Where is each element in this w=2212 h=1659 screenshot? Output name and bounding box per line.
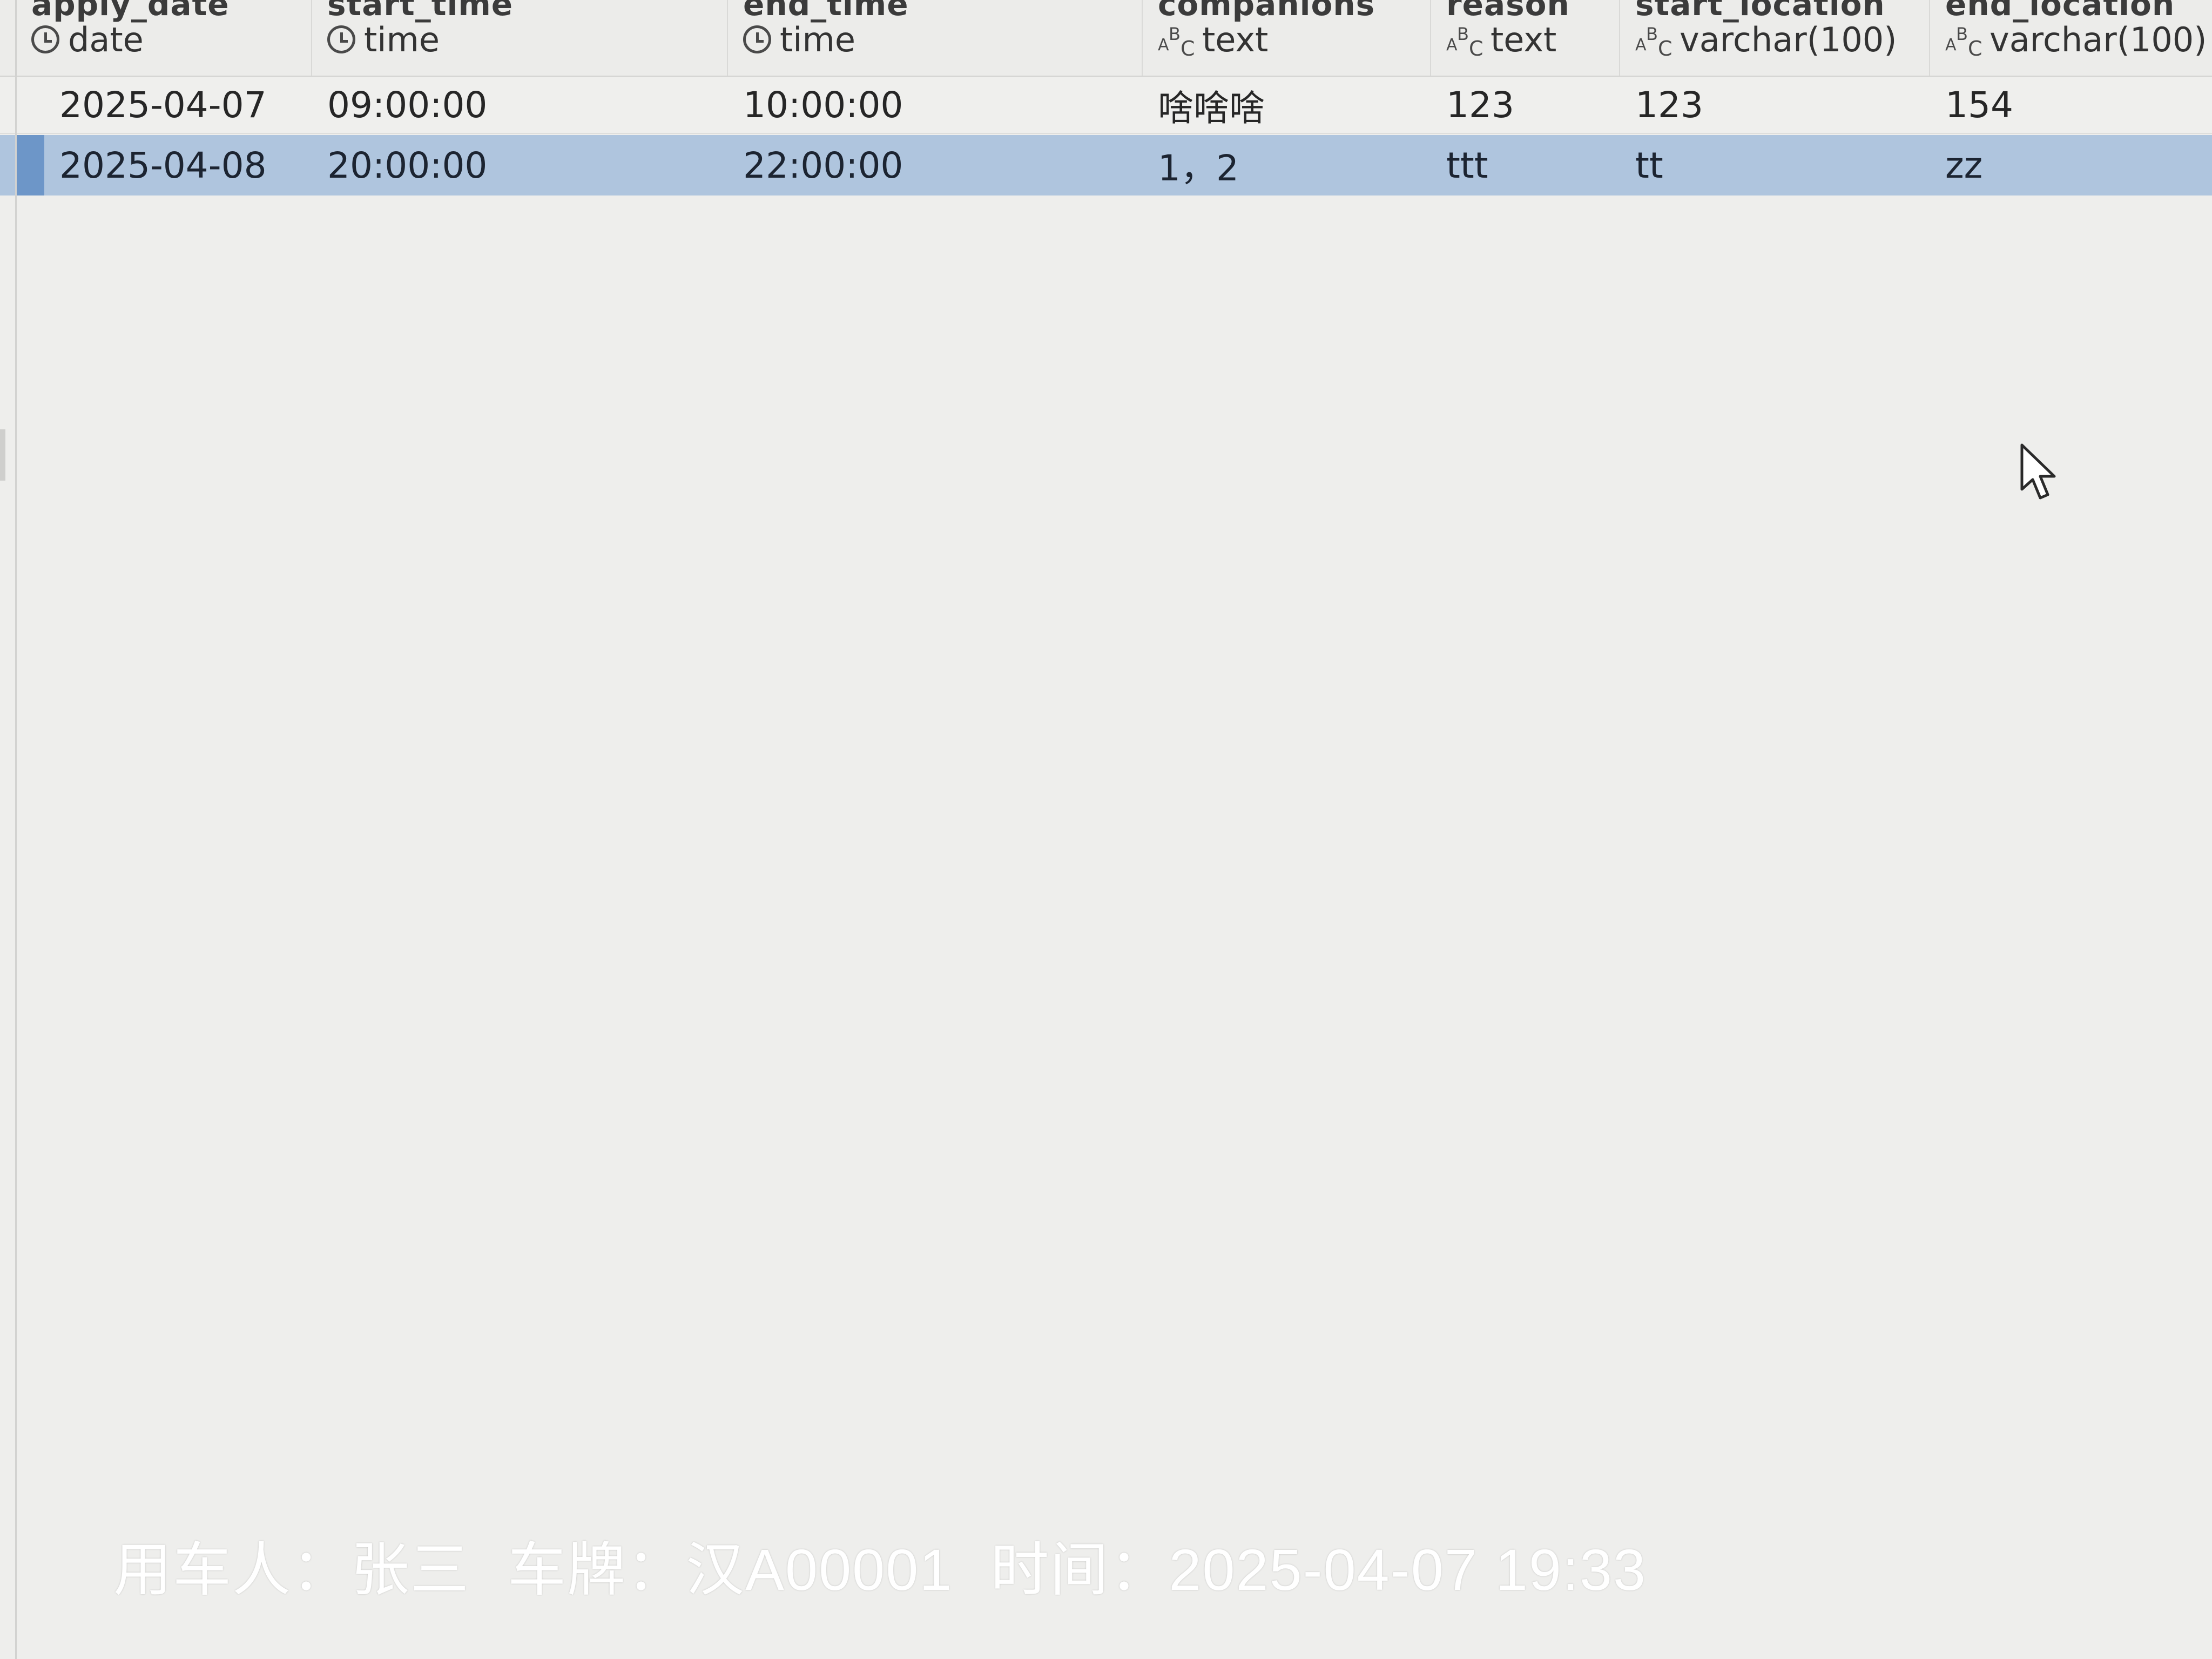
photo-watermark: 用车人：张三 车牌：汉A00001 时间：2025-04-07 19:33 <box>113 1523 1684 1607</box>
table-row[interactable]: 2025-04-07 09:00:00 10:00:00 啥啥啥 123 123… <box>0 77 2212 134</box>
abc-icon: ABC <box>1446 24 1483 60</box>
table-cell[interactable]: 10:00:00 <box>728 77 1143 133</box>
watermark-plate: 车牌：汉A00001 <box>508 1537 953 1602</box>
table-cell[interactable]: tt <box>1620 135 1930 195</box>
column-type: ABC varchar(100) <box>1635 19 1897 61</box>
column-type-label: time <box>780 19 856 59</box>
abc-icon: ABC <box>1635 24 1673 60</box>
left-panel-edge <box>0 429 5 481</box>
watermark-user: 用车人：张三 <box>113 1537 470 1602</box>
table-cell[interactable]: 20:00:00 <box>312 135 728 195</box>
table-cell[interactable]: 啥啥啥 <box>1143 77 1431 133</box>
column-type-label: varchar(100) <box>1990 19 2207 59</box>
mouse-pointer-icon <box>2020 443 2056 500</box>
column-type-label: text <box>1491 19 1557 59</box>
table-cell[interactable]: 09:00:00 <box>312 77 728 133</box>
table-cell[interactable]: 154 <box>1930 77 2212 133</box>
table-cell[interactable]: 2025-04-08 <box>44 135 312 195</box>
table-cell[interactable]: zz <box>1930 135 2212 195</box>
column-type-label: time <box>364 19 440 59</box>
result-grid-header: apply_date date start_time time end_time… <box>0 0 2212 77</box>
table-cell[interactable]: 1，2 <box>1143 135 1431 195</box>
grid-left-border <box>15 0 17 1659</box>
table-cell[interactable]: 2025-04-07 <box>44 77 312 133</box>
column-type-label: date <box>68 19 144 59</box>
column-type-label: varchar(100) <box>1680 19 1897 59</box>
table-cell[interactable]: ttt <box>1431 135 1620 195</box>
column-header-reason[interactable]: reason ABC text <box>1431 0 1620 76</box>
abc-icon: ABC <box>1158 24 1195 60</box>
column-header-end-location[interactable]: end_location ABC varchar(100) <box>1930 0 2212 76</box>
column-header-start-time[interactable]: start_time time <box>312 0 728 76</box>
column-type: ABC text <box>1446 19 1557 61</box>
table-cell[interactable]: 22:00:00 <box>728 135 1143 195</box>
column-type: time <box>743 19 856 59</box>
current-row-indicator <box>16 135 44 195</box>
watermark-time: 时间：2025-04-07 19:33 <box>990 1537 1647 1602</box>
column-header-companions[interactable]: companions ABC text <box>1143 0 1431 76</box>
column-type: time <box>327 19 440 59</box>
column-type: date <box>31 19 144 59</box>
column-type: ABC text <box>1158 19 1269 61</box>
column-header-apply-date[interactable]: apply_date date <box>16 0 312 76</box>
clock-icon <box>31 25 59 53</box>
clock-icon <box>743 25 771 53</box>
table-cell[interactable]: 123 <box>1620 77 1930 133</box>
clock-icon <box>327 25 355 53</box>
column-header-end-time[interactable]: end_time time <box>728 0 1143 76</box>
column-type-label: text <box>1202 19 1269 59</box>
table-cell[interactable]: 123 <box>1431 77 1620 133</box>
column-header-start-location[interactable]: start_location ABC varchar(100) <box>1620 0 1930 76</box>
table-row-selected[interactable]: 2025-04-08 20:00:00 22:00:00 1，2 ttt tt … <box>0 135 2212 195</box>
abc-icon: ABC <box>1945 24 1982 60</box>
column-type: ABC varchar(100) <box>1945 19 2207 61</box>
